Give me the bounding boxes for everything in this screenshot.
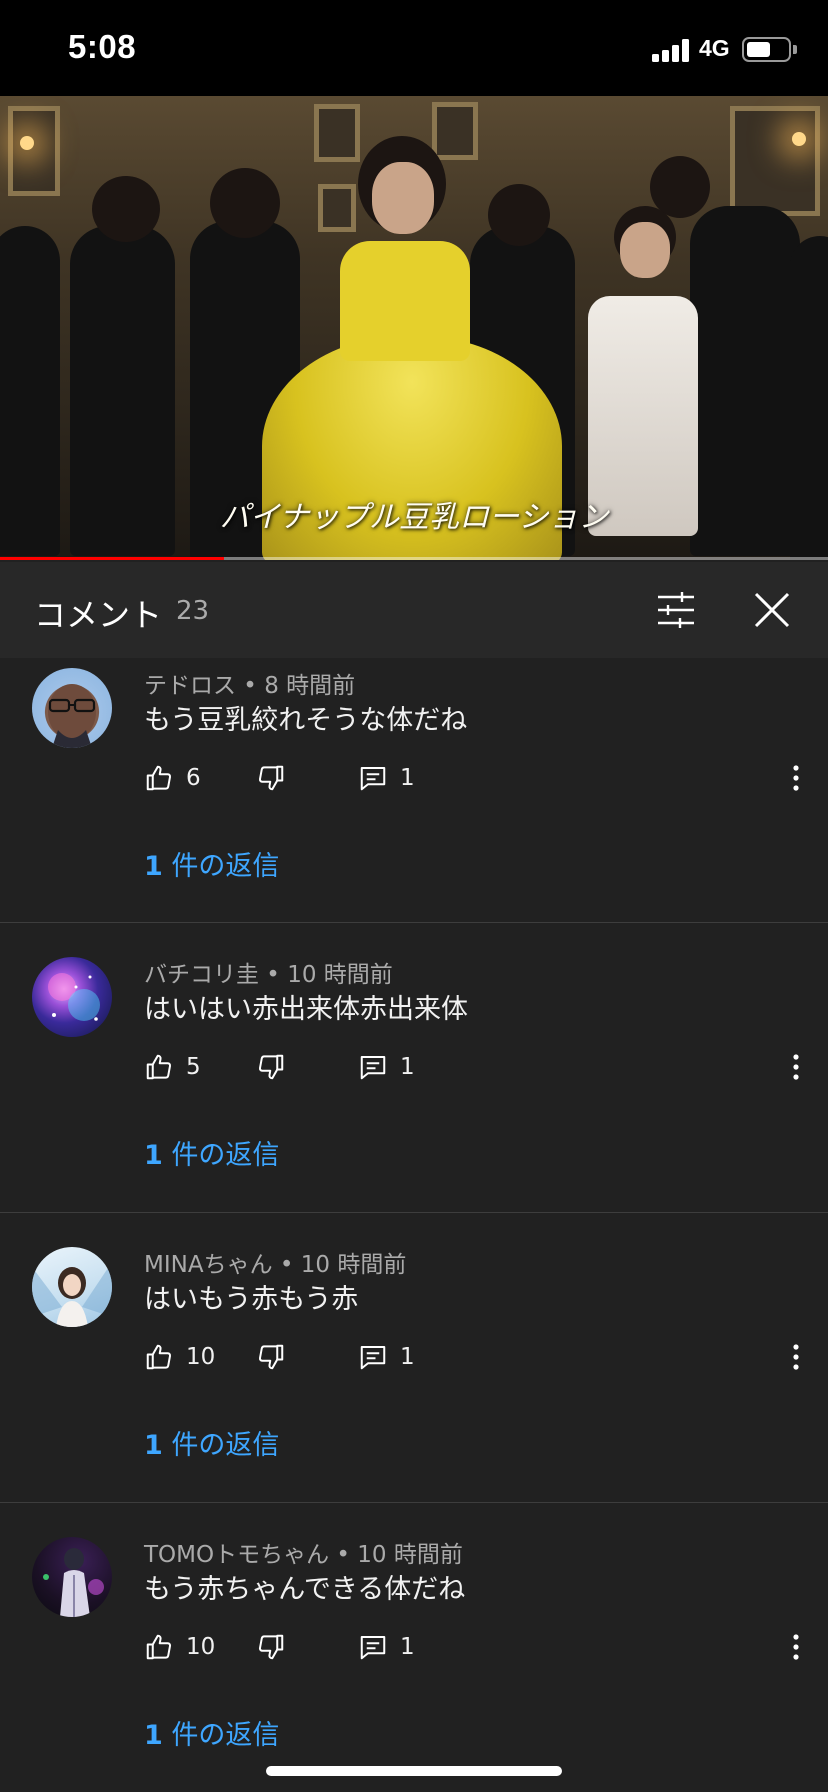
comment-actions: 5 1 <box>144 1047 804 1087</box>
dancer-head <box>488 184 550 246</box>
comment-actions: 10 1 <box>144 1337 804 1377</box>
signal-strength-icon <box>652 38 690 62</box>
more-vert-icon[interactable] <box>784 1631 808 1663</box>
status-time: 5:08 <box>68 28 137 65</box>
reply-button[interactable]: 1 <box>358 758 415 798</box>
comment-meta: バチコリ圭 • 10 時間前 <box>144 962 393 988</box>
wall-picture <box>314 104 360 162</box>
replies-label: 件の返信 <box>162 1430 280 1461</box>
thumb-down-icon <box>258 1054 284 1080</box>
dislike-button[interactable] <box>256 1337 286 1377</box>
comment-item: テドロス • 8 時間前 もう豆乳絞れそうな体だね 6 1 1 件の返信 <box>0 658 828 923</box>
comment-text: はいはい赤出来体赤出来体 <box>144 994 468 1025</box>
reply-count: 1 <box>400 1634 415 1660</box>
replies-label: 件の返信 <box>162 1140 280 1171</box>
replies-label: 件の返信 <box>162 1720 280 1751</box>
comments-header: コメント 23 <box>0 562 828 658</box>
replies-count-label: 1 <box>144 1430 163 1461</box>
battery-icon <box>742 37 791 62</box>
view-replies-link[interactable]: 1 件の返信 <box>144 1423 279 1462</box>
thumb-down-icon <box>258 765 284 791</box>
replies-count-label: 1 <box>144 1720 163 1751</box>
dislike-button[interactable] <box>256 1047 286 1087</box>
reply-button[interactable]: 1 <box>358 1627 415 1667</box>
avatar[interactable] <box>32 1247 112 1327</box>
like-button[interactable]: 10 <box>144 1337 215 1377</box>
yellow-bodice <box>340 241 470 361</box>
wall-picture <box>8 106 60 196</box>
wall-picture <box>432 102 478 160</box>
view-replies-link[interactable]: 1 件の返信 <box>144 844 279 883</box>
dancer-head <box>92 176 160 242</box>
reply-icon <box>360 1636 386 1660</box>
dancer-face <box>620 222 670 278</box>
thumb-up-icon <box>146 1054 172 1080</box>
wall-lamp <box>20 136 34 150</box>
reply-button[interactable]: 1 <box>358 1047 415 1087</box>
like-button[interactable]: 5 <box>144 1047 201 1087</box>
tune-icon[interactable] <box>652 586 700 634</box>
status-bar: 5:08 4G <box>0 0 828 96</box>
comment-text: はいもう赤もう赤 <box>144 1284 359 1315</box>
video-progress-bar[interactable] <box>0 557 828 560</box>
wall-lamp <box>792 132 806 146</box>
dislike-button[interactable] <box>256 758 286 798</box>
like-count: 6 <box>186 765 201 791</box>
reply-icon <box>360 767 386 791</box>
comment-meta: テドロス • 8 時間前 <box>144 673 356 699</box>
reply-count: 1 <box>400 1344 415 1370</box>
lead-dancer-face <box>372 162 434 234</box>
comment-text: もう豆乳絞れそうな体だね <box>144 705 468 736</box>
network-type: 4G <box>699 35 730 61</box>
battery-cap <box>793 45 797 54</box>
more-vert-icon[interactable] <box>784 1341 808 1373</box>
video-subtitle: パイナップル豆乳ローション <box>219 500 609 535</box>
comments-title: コメント <box>34 596 163 634</box>
view-replies-link[interactable]: 1 件の返信 <box>144 1133 279 1172</box>
video-progress-fill <box>0 557 224 560</box>
close-icon[interactable] <box>748 586 796 634</box>
comment-item: バチコリ圭 • 10 時間前 はいはい赤出来体赤出来体 5 1 1 件の返信 <box>0 923 828 1213</box>
home-indicator[interactable] <box>266 1766 562 1776</box>
avatar[interactable] <box>32 1537 112 1617</box>
video-player[interactable]: パイナップル豆乳ローション <box>0 96 828 560</box>
avatar[interactable] <box>32 668 112 748</box>
reply-button[interactable]: 1 <box>358 1337 415 1377</box>
comment-item: TOMOトモちゃん • 10 時間前 もう赤ちゃんできる体だね 10 1 1 件… <box>0 1503 828 1792</box>
comments-count: 23 <box>176 596 210 626</box>
comment-actions: 10 1 <box>144 1627 804 1667</box>
comment-list: テドロス • 8 時間前 もう豆乳絞れそうな体だね 6 1 1 件の返信 バチコ… <box>0 658 828 1792</box>
replies-count-label: 1 <box>144 851 163 882</box>
replies-count-label: 1 <box>144 1140 163 1171</box>
reply-icon <box>360 1056 386 1080</box>
thumb-up-icon <box>146 1634 172 1660</box>
thumb-down-icon <box>258 1634 284 1660</box>
comment-meta: MINAちゃん • 10 時間前 <box>144 1252 407 1278</box>
comment-meta: TOMOトモちゃん • 10 時間前 <box>144 1542 463 1568</box>
wall-picture <box>730 106 820 216</box>
dancer-head <box>210 168 280 238</box>
reply-count: 1 <box>400 1054 415 1080</box>
like-button[interactable]: 6 <box>144 758 201 798</box>
avatar[interactable] <box>32 957 112 1037</box>
more-vert-icon[interactable] <box>784 1051 808 1083</box>
like-count: 10 <box>186 1634 216 1660</box>
thumb-up-icon <box>146 765 172 791</box>
dislike-button[interactable] <box>256 1627 286 1667</box>
comment-item: MINAちゃん • 10 時間前 はいもう赤もう赤 10 1 1 件の返信 <box>0 1213 828 1503</box>
like-count: 5 <box>186 1054 201 1080</box>
thumb-up-icon <box>146 1344 172 1370</box>
comment-actions: 6 1 <box>144 758 804 798</box>
reply-count: 1 <box>400 765 415 791</box>
reply-icon <box>360 1346 386 1370</box>
thumb-down-icon <box>258 1344 284 1370</box>
like-count: 10 <box>186 1344 216 1370</box>
wall-picture <box>318 184 356 232</box>
battery-level <box>747 42 771 57</box>
view-replies-link[interactable]: 1 件の返信 <box>144 1713 279 1752</box>
comment-text: もう赤ちゃんできる体だね <box>144 1574 466 1605</box>
like-button[interactable]: 10 <box>144 1627 215 1667</box>
replies-label: 件の返信 <box>162 851 280 882</box>
more-vert-icon[interactable] <box>784 762 808 794</box>
